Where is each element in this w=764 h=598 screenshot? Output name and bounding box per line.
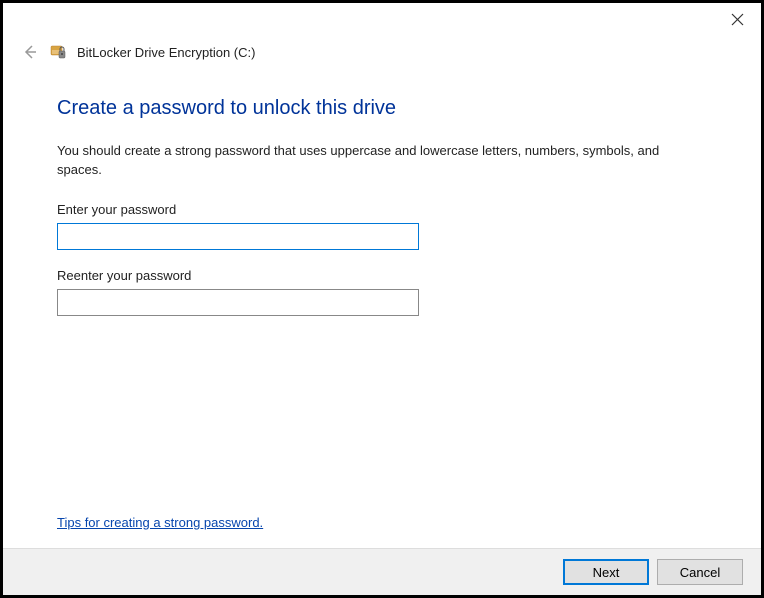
breadcrumb: BitLocker Drive Encryption (C:) <box>3 39 761 65</box>
enter-password-label: Enter your password <box>57 202 731 217</box>
cancel-button[interactable]: Cancel <box>657 559 743 585</box>
reenter-password-label: Reenter your password <box>57 268 731 283</box>
close-button[interactable] <box>729 11 745 27</box>
password-input[interactable] <box>57 223 419 250</box>
close-icon <box>731 13 744 26</box>
next-button[interactable]: Next <box>563 559 649 585</box>
arrow-left-icon <box>22 44 38 60</box>
page-title: BitLocker Drive Encryption (C:) <box>77 45 255 60</box>
heading: Create a password to unlock this drive <box>57 97 731 120</box>
bitlocker-icon <box>49 43 67 61</box>
description: You should create a strong password that… <box>57 142 697 180</box>
back-button[interactable] <box>21 43 39 61</box>
button-bar: Next Cancel <box>3 548 761 595</box>
password-confirm-input[interactable] <box>57 289 419 316</box>
tips-link[interactable]: Tips for creating a strong password. <box>57 515 263 530</box>
